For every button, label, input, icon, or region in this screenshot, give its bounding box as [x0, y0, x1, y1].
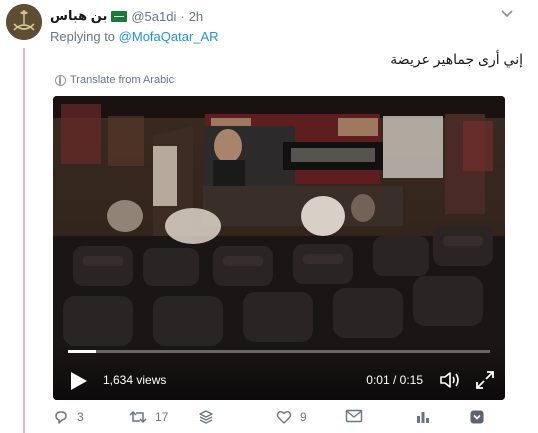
heart-icon [276, 411, 292, 424]
avatar[interactable] [6, 4, 42, 40]
layers-icon [199, 410, 213, 424]
tweet-text: إني أرى جماهير عريضة [390, 51, 523, 67]
message-button[interactable] [345, 409, 363, 423]
progress-fill [68, 350, 97, 353]
author-handle[interactable]: @5a1di [131, 9, 176, 24]
retweet-icon [129, 410, 147, 424]
replying-to-link[interactable]: @MofaQatar_AR [119, 29, 219, 44]
replying-prefix: Replying to [50, 29, 116, 44]
reply-icon [55, 411, 67, 424]
saudi-flag-icon [111, 10, 128, 22]
reply-button[interactable]: 3 [53, 409, 84, 425]
like-count: 9 [300, 410, 307, 424]
progress-bar[interactable] [68, 350, 490, 353]
play-icon[interactable] [66, 369, 90, 393]
tweet-header: بن هباس @5a1di · 2h [50, 7, 528, 25]
stack-button[interactable] [198, 409, 214, 425]
video-player[interactable]: 1,634 views 0:01 / 0:15 [53, 96, 505, 400]
envelope-icon [345, 409, 363, 423]
replying-to: Replying to @MofaQatar_AR [50, 29, 219, 44]
retweet-count: 17 [155, 410, 169, 424]
globe-icon [55, 74, 66, 86]
fullscreen-icon[interactable] [475, 370, 495, 390]
video-time: 0:01 / 0:15 [366, 373, 423, 387]
translate-label: Translate from Arabic [70, 74, 175, 86]
chevron-down-icon [470, 410, 484, 424]
emblem-icon [6, 4, 42, 40]
reply-count: 3 [77, 410, 84, 424]
timestamp[interactable]: 2h [189, 9, 203, 24]
analytics-button[interactable] [415, 409, 431, 425]
tweet-actions: 3 17 9 [53, 409, 528, 429]
volume-icon[interactable] [439, 370, 461, 390]
thread-line [23, 48, 25, 433]
separator: · [180, 8, 185, 24]
translate-link[interactable]: Translate from Arabic [55, 74, 174, 86]
analytics-icon [417, 412, 429, 423]
like-button[interactable]: 9 [276, 409, 307, 425]
chevron-down-icon[interactable] [500, 9, 514, 19]
view-count: 1,634 views [103, 373, 167, 387]
retweet-button[interactable]: 17 [129, 409, 168, 425]
author-name[interactable]: بن هباس [50, 8, 107, 24]
more-options-button[interactable] [469, 409, 485, 425]
